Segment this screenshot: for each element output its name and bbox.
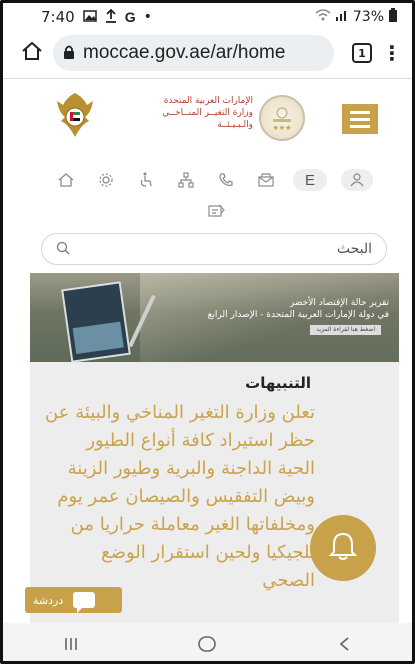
status-bar: 7:40 G • 73% <box>3 3 412 31</box>
home-icon[interactable] <box>21 41 43 65</box>
home-button-icon[interactable] <box>187 629 227 659</box>
chat-label: دردشة <box>33 593 64 607</box>
signal-icon <box>335 9 349 25</box>
overflow-menu-icon[interactable]: ⋮ <box>382 41 402 65</box>
alerts-body: تعلن وزارة التغير المناخي والبيئة عن حظر… <box>45 402 315 591</box>
report-cover-image <box>61 281 131 362</box>
back-icon[interactable] <box>324 629 364 659</box>
utility-toolbar: E <box>53 167 373 193</box>
search-input[interactable]: البحث <box>41 233 387 265</box>
browser-toolbar: moccae.gov.ae/ar/home 1 ⋮ <box>3 31 412 75</box>
feedback-icon[interactable] <box>203 199 229 223</box>
lock-icon <box>63 44 75 63</box>
bell-icon <box>328 531 358 565</box>
status-right: 73% <box>315 8 398 26</box>
settings-icon[interactable] <box>93 168 119 192</box>
search-placeholder: البحث <box>336 241 372 257</box>
site-header: الإمارات العربية المتحدة وزارة التغيــر … <box>3 87 412 147</box>
sitemap-icon[interactable] <box>173 168 199 192</box>
banner-read-more-button[interactable]: اضغط هنا لقراءة المزيد <box>310 325 381 335</box>
home-icon[interactable] <box>53 168 79 192</box>
battery-percent: 73% <box>352 9 384 25</box>
status-left: 7:40 G • <box>41 8 152 26</box>
svg-text:★★★: ★★★ <box>273 124 292 132</box>
search-icon[interactable] <box>56 240 70 259</box>
ministry-line-3: والـبـيـئــة <box>217 120 253 130</box>
ministry-line-2: وزارة التغيــر المنــاخــي <box>162 108 253 118</box>
image-icon <box>82 9 97 25</box>
chat-button[interactable]: دردشة <box>25 587 122 613</box>
user-icon[interactable] <box>341 169 373 191</box>
notification-bell-button[interactable] <box>310 515 376 581</box>
hero-banner[interactable]: تقرير حالة الإقتصاد الأخضر في دولة الإما… <box>30 273 399 362</box>
tab-switcher-button[interactable]: 1 <box>352 43 372 63</box>
address-bar[interactable]: moccae.gov.ae/ar/home <box>53 35 334 71</box>
phone-icon[interactable] <box>213 168 239 192</box>
uae-emblem-logo[interactable] <box>53 91 97 139</box>
google-icon: G <box>124 9 136 25</box>
menu-bar <box>350 117 370 121</box>
wifi-icon <box>315 9 331 25</box>
phone-screen: 7:40 G • 73% moccae.gov.ae/ar/home 1 ⋮ ا… <box>0 0 415 664</box>
alerts-panel: التنبيهات تعلن وزارة التغير المناخي والب… <box>30 362 399 624</box>
language-toggle-button[interactable]: E <box>293 169 327 191</box>
system-navigation-bar <box>3 623 412 661</box>
alerts-title: التنبيهات <box>245 374 311 392</box>
recent-apps-icon[interactable] <box>51 629 91 659</box>
toolbar-divider <box>3 78 412 79</box>
ministry-line-1: الإمارات العربية المتحدة <box>163 96 253 106</box>
award-logo: ★★★ <box>259 95 305 141</box>
menu-bar <box>350 124 370 128</box>
banner-title: تقرير حالة الإقتصاد الأخضر <box>289 298 389 308</box>
mail-icon[interactable] <box>253 168 279 192</box>
ministry-name: الإمارات العربية المتحدة وزارة التغيــر … <box>103 95 253 131</box>
dot-icon: • <box>143 9 152 25</box>
battery-icon <box>388 8 398 26</box>
banner-subtitle: في دولة الإمارات العربية المتحدة - الإصد… <box>207 310 389 320</box>
status-time: 7:40 <box>41 8 75 26</box>
chat-bubble-icon <box>73 592 96 613</box>
upload-icon <box>105 8 117 26</box>
accessibility-icon[interactable] <box>133 168 159 192</box>
menu-bar <box>350 110 370 114</box>
url-text: moccae.gov.ae/ar/home <box>83 42 286 63</box>
menu-button[interactable] <box>342 104 378 134</box>
